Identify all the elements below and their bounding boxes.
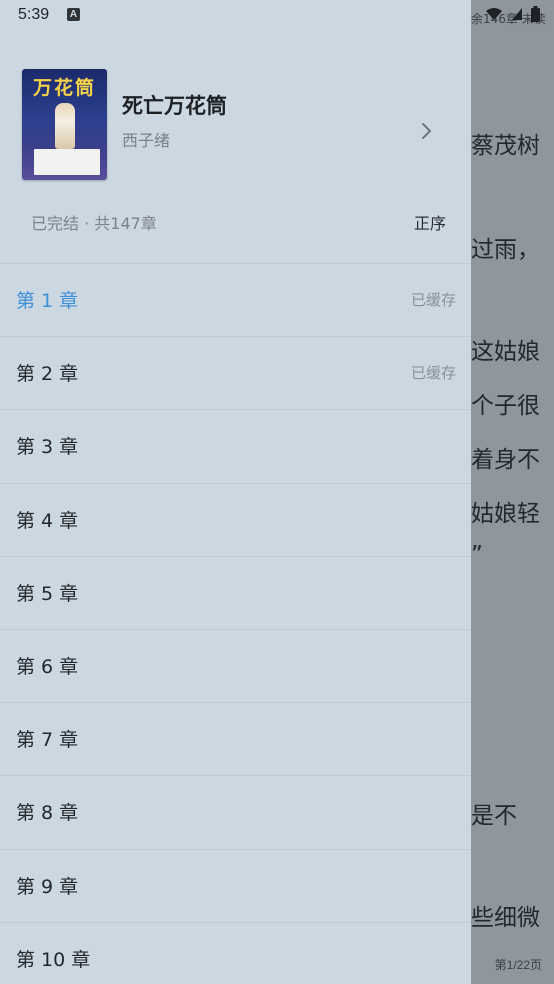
reader-text-line: 着身不: [471, 447, 540, 473]
reader-text-line: ”: [471, 542, 483, 568]
book-info-header[interactable]: 万花筒 死亡万花筒 西子绪: [0, 60, 471, 190]
sort-order-button[interactable]: 正序: [414, 210, 446, 234]
chapter-label: 第 1 章: [16, 290, 79, 312]
system-status-icons: [485, 6, 540, 22]
cover-title-text: 万花筒: [32, 77, 96, 99]
chapter-drawer: 5:39 A 万花筒 死亡万花筒 西子绪 已完结 · 共147章 正序 第 1 …: [0, 0, 471, 984]
chapter-row-6[interactable]: 第 6 章: [0, 628, 471, 702]
chevron-right-icon[interactable]: [416, 119, 436, 143]
chapter-row-3[interactable]: 第 3 章: [0, 409, 471, 482]
chapter-label: 第 2 章: [16, 363, 79, 386]
page-indicator: 第1/22页: [494, 958, 542, 972]
chapter-label: 第 4 章: [16, 509, 79, 532]
reader-text-line: 姑娘轻: [471, 501, 540, 527]
chapter-cache-status: 已缓存: [410, 291, 456, 309]
chapter-row-8[interactable]: 第 8 章: [0, 775, 471, 848]
wifi-icon: [486, 8, 502, 20]
chapter-label: 第 7 章: [16, 729, 79, 752]
book-status-info: 已完结 · 共147章: [31, 214, 157, 233]
book-cover: 万花筒: [22, 69, 107, 180]
battery-icon: [531, 6, 540, 22]
chapter-label: 第 10 章: [16, 948, 91, 971]
chapter-label: 第 3 章: [16, 436, 79, 459]
book-title: 死亡万花筒: [122, 94, 227, 118]
chapter-row-10[interactable]: 第 10 章: [0, 921, 471, 984]
chapter-label: 第 9 章: [16, 875, 79, 898]
reader-text-line: 这姑娘: [471, 339, 540, 365]
chapter-cache-status: 已缓存: [410, 364, 456, 383]
reader-text-line: 些细微: [471, 905, 540, 931]
reader-text-line: 是不: [471, 803, 517, 829]
cover-band: [34, 149, 100, 175]
reader-text-line: 个子很: [471, 393, 540, 419]
chapter-row-5[interactable]: 第 5 章: [0, 555, 471, 629]
chapter-label: 第 6 章: [16, 655, 79, 678]
chapter-label: 第 5 章: [16, 582, 79, 605]
chapter-row-1[interactable]: 第 1 章 已缓存: [0, 263, 471, 336]
reader-text-line: 蔡茂树: [471, 133, 540, 159]
book-meta-row: 已完结 · 共147章 正序: [0, 200, 471, 244]
font-a-icon: A: [67, 8, 80, 21]
signal-icon: [512, 8, 522, 20]
cover-figure: [55, 103, 75, 149]
chapter-row-2[interactable]: 第 2 章 已缓存: [0, 336, 471, 409]
chapter-row-9[interactable]: 第 9 章: [0, 848, 471, 922]
status-bar: 5:39 A: [0, 0, 471, 32]
status-time: 5:39: [18, 6, 50, 23]
reader-text-line: 过雨，: [471, 237, 540, 263]
book-author: 西子绪: [122, 131, 171, 150]
chapter-list: 第 1 章 已缓存 第 2 章 已缓存 第 3 章 第 4 章 第 5 章 第 …: [0, 263, 471, 984]
chapter-row-4[interactable]: 第 4 章: [0, 482, 471, 556]
chapter-row-7[interactable]: 第 7 章: [0, 702, 471, 775]
chapter-label: 第 8 章: [16, 802, 79, 825]
